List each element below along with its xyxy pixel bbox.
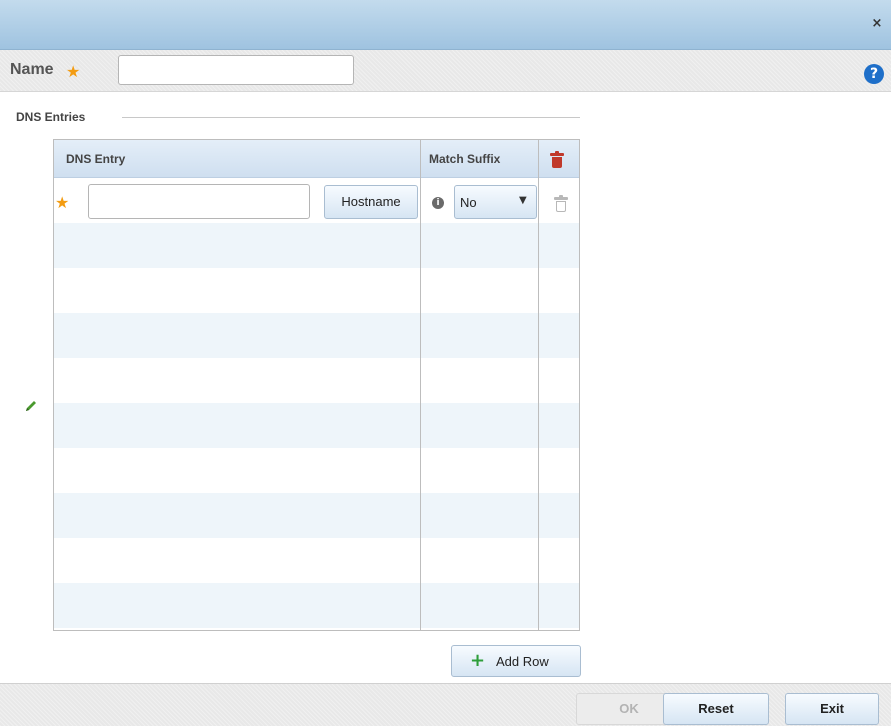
dns-entry-input[interactable] — [88, 184, 310, 219]
column-divider — [538, 140, 539, 630]
name-label: Name — [10, 61, 54, 78]
group-divider — [122, 117, 580, 118]
table-row — [54, 583, 579, 628]
table-row — [54, 538, 579, 583]
table-row — [54, 313, 579, 358]
name-input[interactable] — [118, 55, 354, 85]
required-star-icon: ★ — [66, 64, 81, 81]
pencil-edit-icon[interactable] — [25, 400, 37, 412]
column-divider — [420, 140, 421, 630]
table-row — [54, 223, 579, 268]
info-icon[interactable]: i — [432, 197, 444, 209]
table-row — [54, 358, 579, 403]
match-suffix-value: No — [460, 195, 477, 210]
column-header-match-suffix[interactable]: Match Suffix — [429, 152, 500, 166]
exit-button[interactable]: Exit — [785, 693, 879, 725]
table-row — [54, 493, 579, 538]
close-icon[interactable]: × — [869, 16, 885, 32]
dialog-title-bar: × — [0, 0, 891, 50]
dns-entries-group-label: DNS Entries — [16, 110, 86, 124]
required-star-icon: ★ — [55, 195, 70, 212]
table-row — [54, 268, 579, 313]
delete-all-trash-icon[interactable] — [550, 151, 564, 168]
plus-icon: + — [470, 650, 486, 671]
add-row-button[interactable]: + Add Row — [451, 645, 581, 677]
table-row — [54, 448, 579, 493]
chevron-down-icon: ▼ — [519, 195, 527, 206]
delete-row-trash-icon[interactable] — [554, 195, 568, 212]
hostname-button[interactable]: Hostname — [324, 185, 418, 219]
table-header: DNS Entry Match Suffix — [54, 140, 579, 178]
help-icon[interactable]: ? — [864, 64, 884, 84]
add-row-label: Add Row — [496, 654, 549, 669]
column-header-dns-entry[interactable]: DNS Entry — [66, 152, 125, 166]
match-suffix-select[interactable]: No ▼ — [454, 185, 537, 219]
table-row — [54, 403, 579, 448]
reset-button[interactable]: Reset — [663, 693, 769, 725]
